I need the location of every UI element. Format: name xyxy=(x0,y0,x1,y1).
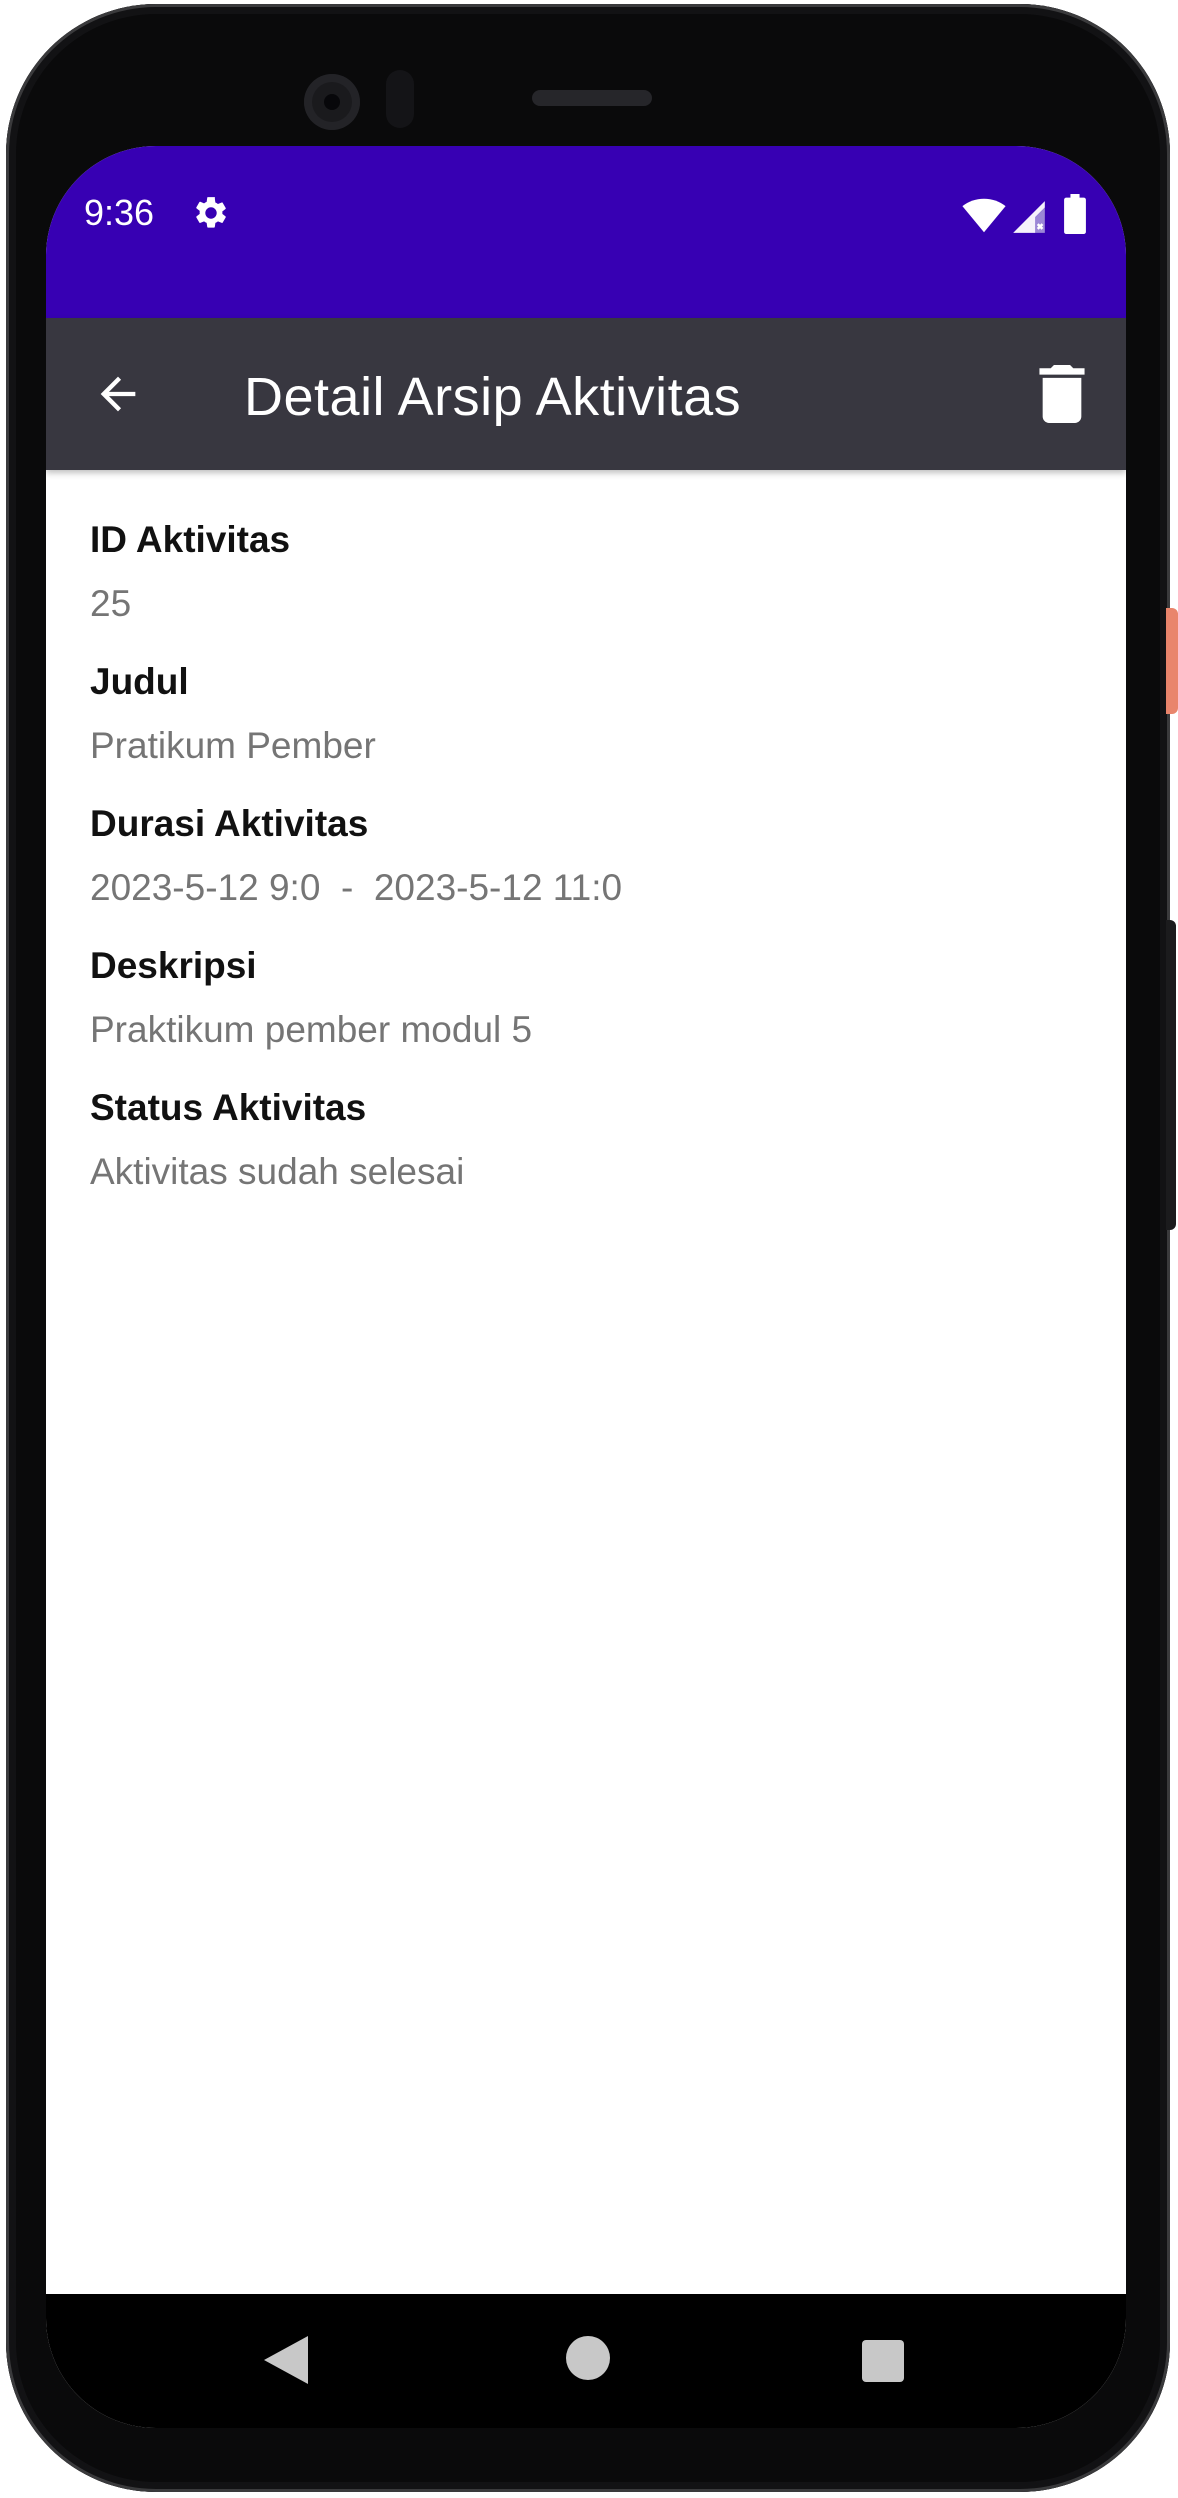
back-button[interactable] xyxy=(86,362,150,426)
nav-home-icon[interactable] xyxy=(566,2336,610,2380)
front-camera xyxy=(304,74,360,130)
status-bar: 9:36 xyxy=(46,146,1126,318)
field-value: 2023-5-12 9:0 - 2023-5-12 11:0 xyxy=(90,867,623,908)
field-label: Judul xyxy=(90,661,189,702)
arrow-back-icon xyxy=(100,376,136,412)
power-button[interactable] xyxy=(1166,608,1178,714)
battery-icon xyxy=(1064,194,1086,234)
field-label: Status Aktivitas xyxy=(90,1087,367,1128)
field-value: 25 xyxy=(90,583,132,624)
field-label: Durasi Aktivitas xyxy=(90,803,369,844)
field-value: Pratikum Pember xyxy=(90,725,376,766)
proximity-sensor xyxy=(386,70,414,128)
earpiece-speaker xyxy=(532,90,652,106)
cell-signal-icon xyxy=(1013,201,1045,233)
detail-field-deskripsi: Deskripsi Praktikum pember modul 5 xyxy=(90,942,1080,1054)
detail-field-status: Status Aktivitas Aktivitas sudah selesai xyxy=(90,1084,1080,1196)
delete-button[interactable] xyxy=(1030,362,1094,426)
field-label: ID Aktivitas xyxy=(90,519,291,560)
screen: 9:36 Detail Arsip Aktivitas ID Aktivitas… xyxy=(46,146,1126,2428)
field-value: Aktivitas sudah selesai xyxy=(90,1151,465,1192)
trash-icon xyxy=(1039,365,1085,423)
nav-back-icon[interactable] xyxy=(264,2336,308,2384)
field-label: Deskripsi xyxy=(90,945,257,986)
app-bar: Detail Arsip Aktivitas xyxy=(46,318,1126,470)
detail-field-id: ID Aktivitas 25 xyxy=(90,516,1080,628)
field-value: Praktikum pember modul 5 xyxy=(90,1009,533,1050)
detail-list: ID Aktivitas 25 Judul Pratikum Pember Du… xyxy=(90,516,1080,1226)
system-nav-bar xyxy=(46,2294,1126,2428)
volume-button[interactable] xyxy=(1166,920,1176,1230)
wifi-icon xyxy=(962,198,1006,233)
page-title: Detail Arsip Aktivitas xyxy=(244,367,742,427)
gear-icon xyxy=(196,197,226,228)
detail-field-durasi: Durasi Aktivitas 2023-5-12 9:0 - 2023-5-… xyxy=(90,800,1080,912)
detail-field-judul: Judul Pratikum Pember xyxy=(90,658,1080,770)
nav-recents-icon[interactable] xyxy=(862,2340,904,2382)
status-time: 9:36 xyxy=(84,192,155,233)
